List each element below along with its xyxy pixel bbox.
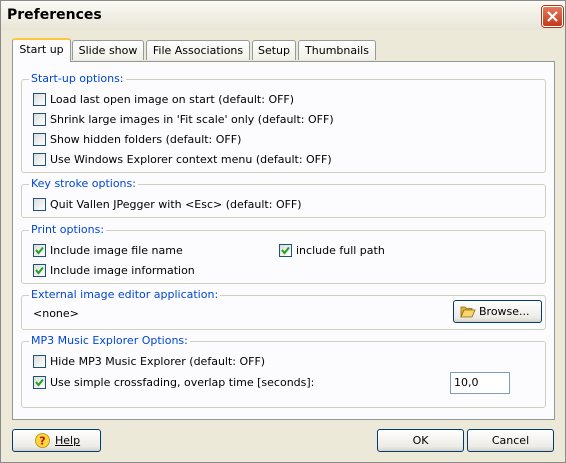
cancel-button-label: Cancel [491,434,530,447]
checkbox-label: Load last open image on start (default: … [50,93,295,106]
checkbox-label: Hide MP3 Music Explorer (default: OFF) [50,355,266,368]
tab-slide-show[interactable]: Slide show [72,40,144,60]
browse-button-label: Browse... [479,305,530,318]
editor-path-value: <none> [33,307,79,320]
external-editor-group: External image editor application: <none… [21,288,546,330]
checkbox-box[interactable] [33,355,46,368]
title-bar[interactable]: Preferences [1,1,565,30]
tab-panel-start-up: Start-up options: Load last open image o… [12,61,555,420]
checkbox-box[interactable] [33,244,46,257]
checkbox-box[interactable] [33,113,46,126]
tab-label: Start up [19,43,64,56]
tab-label: Thumbnails [305,44,369,57]
checkbox-label: Use simple crossfading, overlap time [se… [50,376,315,389]
window-title: Preferences [7,7,102,23]
checkbox-box[interactable] [33,133,46,146]
group-label: MP3 Music Explorer Options: [29,334,190,348]
close-icon [547,11,558,22]
ok-button[interactable]: OK [377,429,464,452]
checkbox-label: Shrink large images in 'Fit scale' only … [50,113,334,126]
tab-label: Slide show [78,44,138,57]
checkbox-box[interactable] [33,198,46,211]
checkmark-icon [35,378,44,387]
help-button[interactable]: ? Help [12,429,101,452]
group-label: Start-up options: [29,72,126,86]
checkbox-box[interactable] [33,153,46,166]
group-label: Print options: [29,223,107,237]
checkbox-box[interactable] [33,264,46,277]
checkbox-box[interactable] [33,93,46,106]
checkmark-icon [281,246,290,255]
checkbox-label: Use Windows Explorer context menu (defau… [50,153,332,166]
help-icon: ? [35,433,50,448]
group-label: Key stroke options: [29,177,138,191]
tab-label: Setup [257,44,291,57]
preferences-dialog: Preferences Start up Slide show File Ass… [0,0,566,463]
print-options-group: Print options: Include image file name i… [21,223,546,284]
cancel-button[interactable]: Cancel [467,429,554,452]
checkmark-icon [35,246,44,255]
checkbox-box[interactable] [279,244,292,257]
browse-button[interactable]: Browse... [453,300,542,323]
overlap-time-input[interactable]: 10,0 [450,372,510,394]
tab-start-up[interactable]: Start up [12,38,71,62]
startup-options-group: Start-up options: Load last open image o… [21,72,546,173]
folder-open-icon [460,306,476,318]
checkbox-label: Quit Vallen JPegger with <Esc> (default:… [50,198,302,211]
keystroke-options-group: Key stroke options: Quit Vallen JPegger … [21,177,546,218]
tab-label: File Associations [152,44,244,57]
mp3-options-group: MP3 Music Explorer Options: Hide MP3 Mus… [21,334,546,408]
tab-setup[interactable]: Setup [252,40,296,60]
checkbox-box[interactable] [33,376,46,389]
checkbox-label: Show hidden folders (default: OFF) [50,133,242,146]
checkbox-label: Include image information [50,264,195,277]
checkbox-label: include full path [296,244,385,257]
tab-thumbnails[interactable]: Thumbnails [298,40,376,60]
ok-button-label: OK [412,434,429,447]
checkbox-label: Include image file name [50,244,183,257]
close-button[interactable] [542,6,563,27]
svg-text:?: ? [39,435,45,448]
help-button-label: Help [55,434,81,447]
tab-file-associations[interactable]: File Associations [146,40,250,60]
checkmark-icon [35,266,44,275]
group-label: External image editor application: [29,288,221,302]
